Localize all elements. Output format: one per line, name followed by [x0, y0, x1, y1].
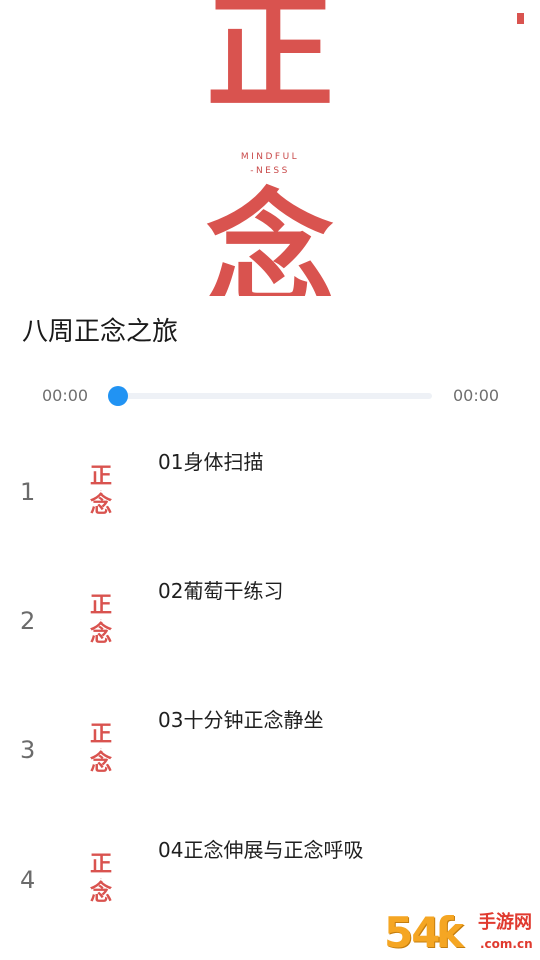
thumbnail-char-top: 正: [89, 592, 112, 618]
track-index: 4: [20, 866, 36, 894]
thumbnail-char-bottom: 念: [89, 492, 112, 518]
track-title: 01身体扫描: [158, 450, 264, 474]
thumbnail-char-top: 正: [89, 721, 112, 747]
cover-subtitle-line-1: MINDFUL: [240, 152, 300, 162]
thumbnail-char-bottom: 念: [89, 880, 112, 906]
thumbnail-char-top: 正: [89, 463, 112, 489]
list-item[interactable]: 2 正 · 念 02葡萄干练习: [0, 569, 540, 689]
watermark-glyph: ƙ: [436, 908, 464, 957]
album-title: 八周正念之旅: [22, 317, 179, 347]
track-title: 04正念伸展与正念呼吸: [158, 838, 364, 862]
album-cover: 正 MINDFUL -NESS 念: [0, 0, 540, 296]
track-index: 2: [20, 607, 36, 635]
thumbnail-char-top: 正: [89, 851, 112, 877]
corner-mark-icon: [517, 13, 524, 24]
site-watermark: 54 ƙ 手游网 .com.cn: [384, 908, 540, 960]
list-item[interactable]: 3 正 · 念 03十分钟正念静坐: [0, 698, 540, 818]
total-time: 00:00: [453, 386, 500, 405]
track-thumbnail: 正 · 念: [86, 464, 116, 517]
track-title: 03十分钟正念静坐: [158, 708, 324, 732]
track-thumbnail: 正 · 念: [86, 593, 116, 646]
progress-thumb[interactable]: [108, 386, 128, 406]
track-title: 02葡萄干练习: [158, 579, 284, 603]
current-time: 00:00: [42, 386, 89, 405]
track-thumbnail: 正 · 念: [86, 722, 116, 775]
watermark-number: 54: [384, 908, 440, 957]
cover-char-top: 正: [205, 0, 334, 127]
thumbnail-char-bottom: 念: [89, 621, 112, 647]
progress-track[interactable]: [118, 393, 432, 399]
watermark-domain: .com.cn: [480, 937, 533, 951]
cover-subtitle-line-2: -NESS: [250, 166, 290, 176]
list-item[interactable]: 1 正 · 念 01身体扫描: [0, 440, 540, 560]
track-thumbnail: 正 · 念: [86, 852, 116, 905]
cover-char-bottom: 念: [205, 177, 334, 296]
watermark-name: 手游网: [478, 912, 532, 933]
track-index: 3: [20, 736, 36, 764]
thumbnail-char-bottom: 念: [89, 750, 112, 776]
track-index: 1: [20, 478, 36, 506]
